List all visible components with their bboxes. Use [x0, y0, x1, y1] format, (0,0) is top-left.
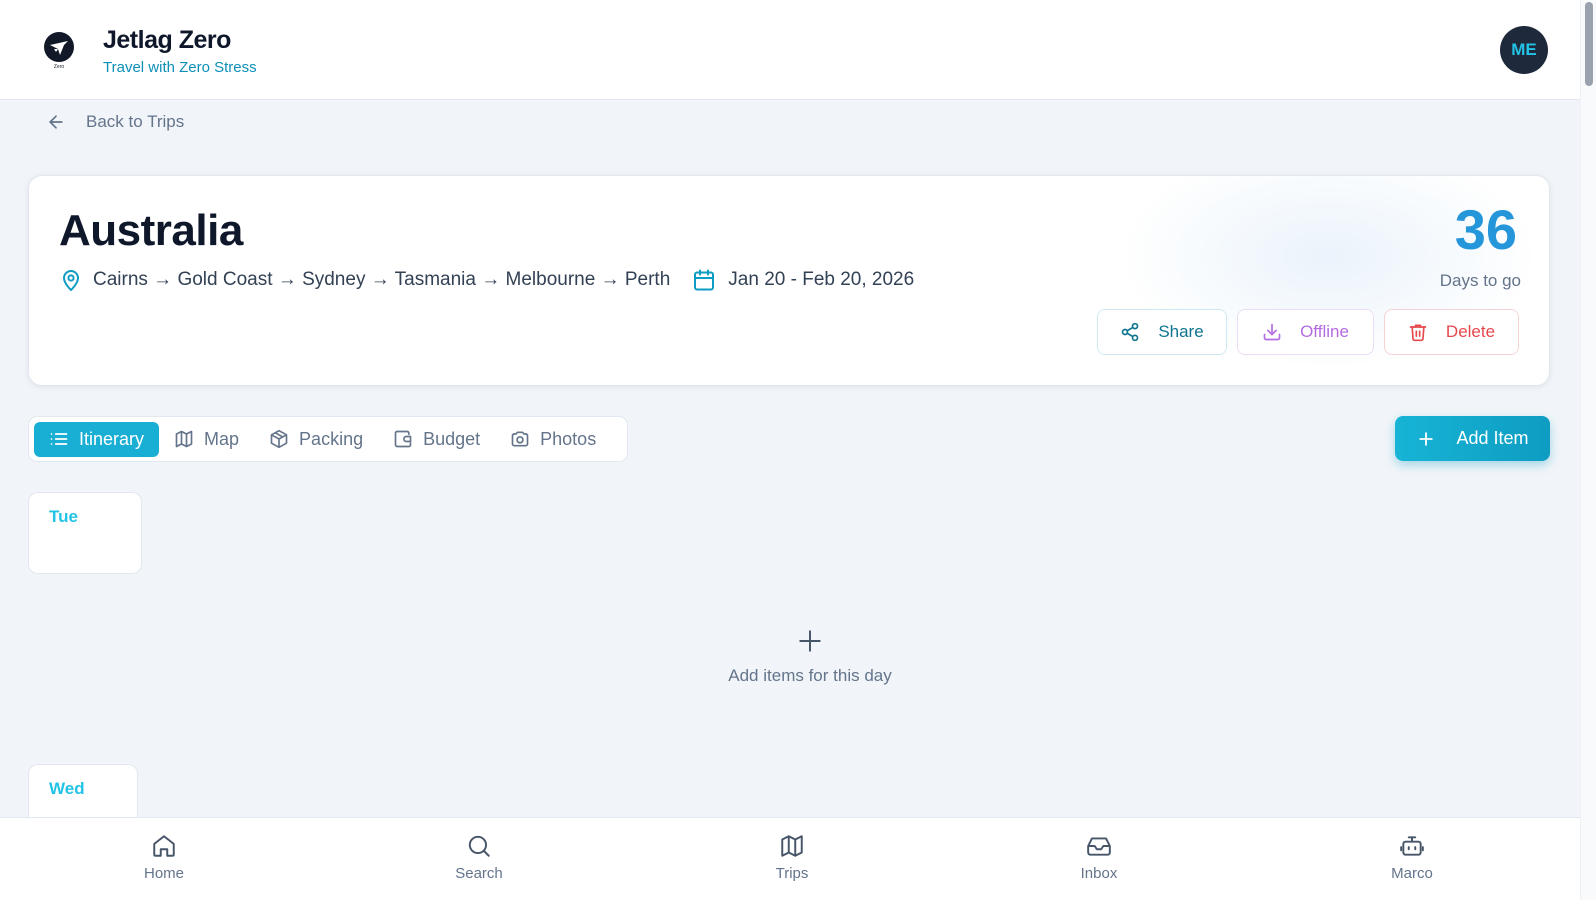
- download-icon: [1263, 323, 1281, 341]
- tab-photos[interactable]: Photos: [495, 422, 611, 457]
- back-to-trips-link[interactable]: Back to Trips: [46, 110, 184, 134]
- tab-label: Packing: [299, 428, 364, 449]
- add-item-label: Add Item: [1456, 428, 1529, 448]
- days-to-go-count: 36: [1454, 198, 1517, 261]
- home-icon: [153, 835, 175, 857]
- bot-icon: [1400, 836, 1424, 856]
- calendar-icon: [694, 269, 715, 291]
- list-icon: [50, 433, 68, 445]
- nav-marco[interactable]: Marco: [1362, 833, 1462, 882]
- tab-packing[interactable]: Packing: [254, 422, 378, 457]
- offline-button-label: Offline: [1300, 322, 1349, 341]
- tab-label: Map: [204, 428, 240, 449]
- trip-dates: Jan 20 - Feb 20, 2026: [728, 269, 915, 290]
- tab-map[interactable]: Map: [159, 422, 254, 457]
- tab-budget[interactable]: Budget: [378, 422, 495, 457]
- inbox-icon: [1087, 837, 1111, 856]
- tab-itinerary[interactable]: Itinerary: [34, 421, 160, 457]
- trip-title: Australia: [59, 206, 243, 255]
- tab-label: Budget: [423, 428, 481, 449]
- nav-label: Search: [455, 865, 503, 882]
- app-tagline: Travel with Zero Stress: [103, 59, 257, 76]
- share-button-label: Share: [1158, 322, 1204, 341]
- map-icon: [175, 430, 193, 448]
- map-pin-icon: [63, 270, 79, 291]
- share-icon: [1121, 322, 1139, 342]
- nav-label: Inbox: [1080, 865, 1118, 882]
- nav-search[interactable]: Search: [429, 833, 529, 882]
- plus-icon: [1419, 431, 1434, 446]
- nav-label: Marco: [1391, 865, 1433, 882]
- trash-icon: [1409, 324, 1427, 342]
- camera-icon: [511, 431, 529, 447]
- trip-tabs: Itinerary Map Packing Budget Photos: [28, 416, 628, 462]
- app-logo[interactable]: Zero: [38, 28, 80, 70]
- search-icon: [468, 835, 490, 857]
- add-item-button[interactable]: Add Item: [1395, 416, 1550, 461]
- trip-summary-card: Australia Cairns → Gold Coast → Sydney →…: [28, 175, 1550, 386]
- nav-home[interactable]: Home: [114, 833, 214, 882]
- nav-inbox[interactable]: Inbox: [1049, 833, 1149, 882]
- bottom-navigation: Home Search Trips Inbox Marco: [0, 817, 1580, 900]
- svg-text:Zero: Zero: [54, 64, 65, 70]
- share-button[interactable]: Share: [1097, 309, 1227, 355]
- tab-label: Photos: [540, 428, 597, 449]
- trip-meta: Cairns → Gold Coast → Sydney → Tasmania …: [59, 267, 914, 293]
- days-to-go-label: Days to go: [1439, 271, 1521, 290]
- empty-day-placeholder[interactable]: Add items for this day: [700, 628, 920, 686]
- map-icon: [781, 835, 803, 857]
- day-card-tue[interactable]: Tue: [28, 492, 142, 574]
- page-scrollbar[interactable]: [1580, 0, 1596, 900]
- tab-label: Itinerary: [79, 428, 145, 449]
- package-icon: [270, 429, 288, 449]
- plane-logo-icon: Zero: [44, 32, 74, 70]
- day-card-wed[interactable]: Wed: [28, 764, 138, 824]
- nav-trips[interactable]: Trips: [742, 833, 842, 882]
- app-title: Jetlag Zero: [103, 26, 231, 54]
- nav-label: Trips: [775, 865, 809, 882]
- offline-button[interactable]: Offline: [1237, 309, 1374, 355]
- user-avatar[interactable]: ME: [1500, 26, 1548, 74]
- empty-day-text: Add items for this day: [728, 666, 892, 685]
- back-link-label: Back to Trips: [86, 112, 185, 131]
- delete-button-label: Delete: [1445, 322, 1496, 341]
- wallet-icon: [394, 430, 412, 448]
- nav-label: Home: [143, 865, 184, 882]
- trip-route: Cairns → Gold Coast → Sydney → Tasmania …: [93, 269, 671, 290]
- plus-icon: [799, 630, 821, 652]
- day-label: Tue: [49, 507, 78, 526]
- scrollbar-thumb[interactable]: [1585, 2, 1593, 86]
- arrow-left-icon: [49, 115, 63, 129]
- day-label: Wed: [49, 779, 85, 798]
- delete-button[interactable]: Delete: [1384, 309, 1519, 355]
- app-header: Zero Jetlag Zero Travel with Zero Stress…: [0, 0, 1580, 100]
